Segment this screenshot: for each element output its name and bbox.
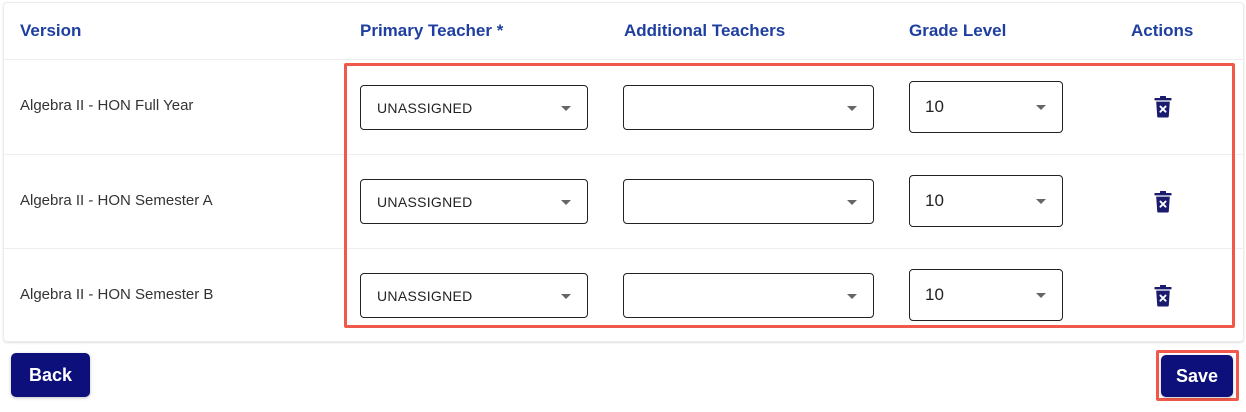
column-header-actions: Actions [1131, 21, 1194, 40]
grade-level-select[interactable]: 10 [909, 269, 1063, 321]
column-header-primary-teacher: Primary Teacher * [360, 21, 504, 40]
primary-teacher-value: UNASSIGNED [377, 193, 473, 210]
row-divider [4, 154, 1243, 155]
chevron-down-icon [561, 105, 571, 111]
primary-teacher-value: UNASSIGNED [377, 287, 473, 304]
save-button[interactable]: Save [1161, 355, 1233, 397]
chevron-down-icon [847, 105, 857, 111]
grade-level-value: 10 [925, 191, 944, 210]
primary-teacher-select[interactable]: UNASSIGNED [360, 179, 588, 224]
header-divider [4, 59, 1243, 60]
chevron-down-icon [1036, 199, 1046, 204]
grade-level-value: 10 [925, 285, 944, 304]
additional-teachers-select[interactable] [623, 273, 874, 318]
trash-icon[interactable] [1154, 191, 1172, 213]
chevron-down-icon [561, 293, 571, 299]
additional-teachers-select[interactable] [623, 179, 874, 224]
row-divider [4, 248, 1243, 249]
primary-teacher-select[interactable]: UNASSIGNED [360, 85, 588, 130]
version-name: Algebra II - HON Full Year [20, 97, 194, 114]
additional-teachers-select[interactable] [623, 85, 874, 130]
grade-level-value: 10 [925, 97, 944, 116]
version-name: Algebra II - HON Semester A [20, 192, 213, 209]
primary-teacher-value: UNASSIGNED [377, 99, 473, 116]
chevron-down-icon [561, 199, 571, 205]
column-header-additional-teachers: Additional Teachers [624, 21, 786, 40]
grade-level-select[interactable]: 10 [909, 81, 1063, 133]
trash-icon[interactable] [1154, 96, 1172, 118]
chevron-down-icon [1036, 105, 1046, 110]
column-header-version: Version [20, 21, 82, 40]
chevron-down-icon [847, 293, 857, 299]
version-name: Algebra II - HON Semester B [20, 286, 214, 303]
back-button[interactable]: Back [11, 353, 90, 397]
chevron-down-icon [1036, 293, 1046, 298]
trash-icon[interactable] [1154, 285, 1172, 307]
column-header-grade-level: Grade Level [909, 21, 1007, 40]
grade-level-select[interactable]: 10 [909, 175, 1063, 227]
chevron-down-icon [847, 199, 857, 205]
primary-teacher-select[interactable]: UNASSIGNED [360, 273, 588, 318]
